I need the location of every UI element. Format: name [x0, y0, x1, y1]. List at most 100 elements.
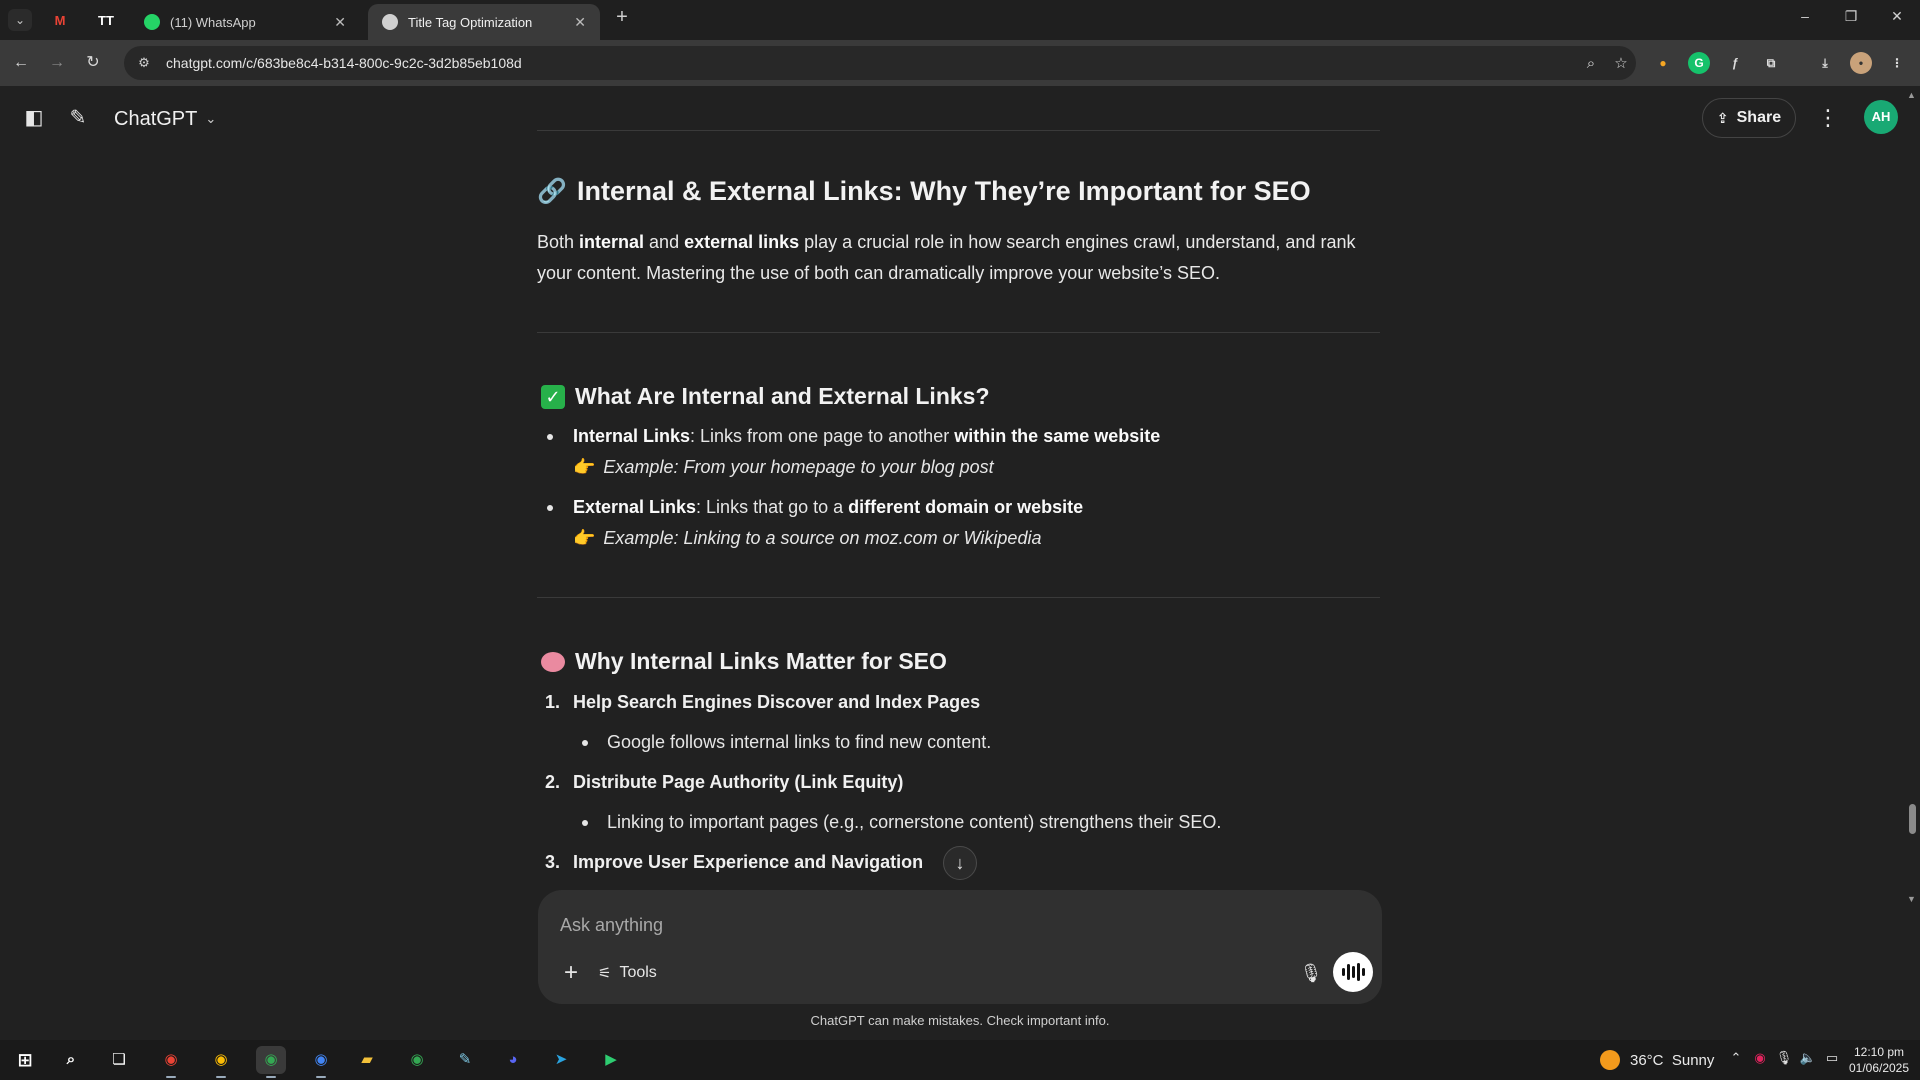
notepad-icon[interactable]: ✎ — [450, 1046, 480, 1074]
chevron-down-icon: ⌄ — [205, 111, 217, 126]
tab-whatsapp[interactable]: (11) WhatsApp ✕ — [130, 4, 360, 40]
network-icon[interactable]: ▭ — [1822, 1050, 1842, 1066]
model-name: ChatGPT — [114, 107, 198, 130]
close-icon[interactable]: ✕ — [334, 14, 346, 31]
new-tab-button[interactable]: + — [610, 6, 634, 34]
link-icon: 🔗 — [537, 177, 567, 205]
intro-paragraph: Both internal and external links play a … — [537, 232, 1356, 283]
clock-date: 01/06/2025 — [1848, 1061, 1910, 1075]
weather-widget[interactable]: 36°C Sunny — [1600, 1050, 1714, 1070]
reload-icon[interactable]: ↻ — [80, 50, 106, 76]
fx-extension-icon[interactable]: ƒ — [1724, 52, 1746, 74]
site-info-icon[interactable]: ⚙ — [134, 55, 154, 71]
grammarly-icon[interactable]: G — [1688, 52, 1710, 74]
close-icon[interactable]: ✕ — [574, 14, 586, 31]
sidebar-toggle-icon[interactable]: ◧ — [20, 104, 48, 132]
browser-tabstrip: ⌄ M TT (11) WhatsApp ✕ Title Tag Optimiz… — [0, 0, 1920, 40]
back-arrow-icon[interactable]: ← — [8, 50, 34, 76]
clock[interactable]: 12:10 pm 01/06/2025 — [1844, 1044, 1914, 1076]
new-chat-icon[interactable]: ✎ — [64, 104, 92, 132]
mic-tray-icon[interactable]: 🎙 — [1774, 1050, 1794, 1066]
sun-icon — [1600, 1050, 1620, 1070]
search-icon[interactable]: ⌕ — [56, 1046, 86, 1074]
restore-button[interactable]: ❐ — [1836, 8, 1866, 25]
chrome-icon[interactable]: ◉ — [156, 1046, 186, 1078]
terminal-icon[interactable]: ▶ — [596, 1046, 626, 1074]
scroll-up-arrow-icon[interactable]: ▲ — [1907, 90, 1916, 100]
list-item-title: Distribute Page Authority (Link Equity) — [573, 772, 904, 792]
more-options-icon[interactable]: ⋮ — [1814, 104, 1842, 132]
minimize-button[interactable]: – — [1790, 8, 1820, 24]
whatsapp-icon — [144, 14, 160, 30]
window-close-button[interactable]: ✕ — [1882, 8, 1912, 25]
forward-arrow-icon[interactable]: → — [44, 50, 70, 76]
tt-icon: TT — [98, 12, 114, 28]
list-item-title: Improve User Experience and Navigation — [573, 852, 924, 872]
chrome-active-icon[interactable]: ◉ — [256, 1046, 286, 1078]
tab-title: (11) WhatsApp — [170, 14, 256, 30]
list-item-detail: Linking to important pages (e.g., corner… — [607, 812, 1222, 832]
microphone-icon[interactable]: 🎙 — [1294, 956, 1328, 990]
chrome-alt-icon[interactable]: ◉ — [306, 1046, 336, 1078]
address-bar[interactable]: ⚙ chatgpt.com/c/683be8c4-b314-800c-9c2c-… — [124, 46, 1636, 80]
pointing-hand-icon: 👉 — [573, 457, 596, 477]
extensions-puzzle-icon[interactable]: ⧉ — [1760, 52, 1782, 74]
pinned-tab-gmail[interactable]: M — [40, 8, 80, 32]
disclaimer-text: ChatGPT can make mistakes. Check importa… — [810, 1013, 1110, 1028]
brain-icon — [541, 651, 565, 672]
section-heading-what-are-links: ✓ What Are Internal and External Links? — [537, 383, 990, 410]
windows-start-icon[interactable]: ⊞ — [10, 1046, 40, 1074]
page-scrollbar[interactable]: ▲ ▼ — [1904, 86, 1920, 910]
extension-icon[interactable]: ● — [1652, 52, 1674, 74]
tab-title-tag-optimization[interactable]: Title Tag Optimization ✕ — [368, 4, 600, 40]
voice-mode-button[interactable] — [1333, 952, 1373, 992]
windows-taskbar: ⊞ ⌕ ❏ ◉ ◉ ◉ ◉ ▰ ◉ ✎ ◕ ➤ ▶ 36°C Sunny ⌃ ◉… — [0, 1040, 1920, 1080]
scroll-down-arrow-icon[interactable]: ↓ — [943, 846, 977, 880]
task-view-icon[interactable]: ❏ — [104, 1046, 134, 1074]
example-line: 👉 Example: From your homepage to your blo… — [573, 457, 994, 477]
tab-title: Title Tag Optimization — [408, 14, 533, 30]
browser-toolbar: ← → ↻ ⚙ chatgpt.com/c/683be8c4-b314-800c… — [0, 40, 1920, 86]
profile-icon[interactable]: • — [1850, 52, 1872, 74]
share-upload-icon: ⇪ — [1716, 109, 1729, 126]
chrome-profile-icon[interactable]: ◉ — [206, 1046, 236, 1078]
divider — [537, 130, 1380, 131]
tools-button[interactable]: ⚟ Tools — [598, 956, 657, 990]
chrome-canary-icon[interactable]: ◉ — [402, 1046, 432, 1074]
list-number: 3. — [545, 852, 561, 872]
url-text[interactable]: chatgpt.com/c/683be8c4-b314-800c-9c2c-3d… — [166, 55, 1576, 71]
add-attachment-plus-icon[interactable]: + — [554, 956, 588, 990]
zoom-icon[interactable]: ⌕ — [1576, 55, 1606, 72]
browser-menu-icon[interactable]: ⋮ — [1886, 52, 1908, 74]
checkmark-icon: ✓ — [541, 384, 565, 409]
divider — [537, 332, 1380, 333]
weather-text: Sunny — [1671, 1051, 1715, 1069]
discord-icon[interactable]: ◕ — [498, 1046, 528, 1074]
model-switcher[interactable]: ChatGPT ⌄ — [114, 104, 216, 134]
gmail-icon: M — [54, 12, 66, 28]
file-explorer-icon[interactable]: ▰ — [352, 1046, 382, 1074]
pinned-tab-tiktok[interactable]: TT — [86, 8, 126, 32]
list-number: 1. — [545, 692, 561, 712]
heading-text: Internal & External Links: Why They’re I… — [577, 176, 1311, 206]
share-label: Share — [1736, 109, 1782, 126]
tools-label: Tools — [619, 964, 657, 981]
example-line: 👉 Example: Linking to a source on moz.com… — [573, 528, 1042, 548]
prompt-input[interactable] — [560, 910, 1340, 940]
clock-time: 12:10 pm — [1853, 1045, 1905, 1059]
tab-search-chevron-icon[interactable]: ⌄ — [8, 9, 32, 31]
telegram-icon[interactable]: ➤ — [546, 1046, 576, 1074]
volume-icon[interactable]: 🔈 — [1798, 1050, 1818, 1066]
scroll-down-small-arrow-icon[interactable]: ▼ — [1907, 894, 1916, 904]
download-icon[interactable]: ⤓ — [1814, 52, 1836, 74]
share-button[interactable]: ⇪ Share — [1702, 98, 1796, 138]
record-icon[interactable]: ◉ — [1750, 1050, 1770, 1066]
scrollbar-thumb[interactable] — [1909, 804, 1916, 834]
weather-temp: 36°C — [1630, 1051, 1664, 1069]
divider — [537, 597, 1380, 598]
avatar[interactable]: AH — [1864, 100, 1898, 134]
bookmark-star-icon[interactable]: ☆ — [1606, 54, 1636, 72]
pointing-hand-icon: 👉 — [573, 528, 596, 548]
composer: + ⚟ Tools 🎙 — [538, 890, 1382, 1004]
chevron-up-icon[interactable]: ⌃ — [1726, 1050, 1746, 1066]
